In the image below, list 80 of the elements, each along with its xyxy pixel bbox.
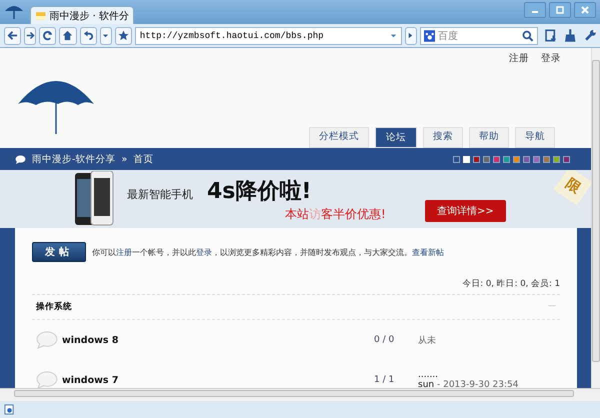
details-button[interactable]: 查询详情>>	[425, 200, 506, 222]
close-button[interactable]	[574, 2, 596, 18]
theme-swatch[interactable]	[533, 156, 540, 162]
banner-headline: 4s降价啦!	[207, 178, 312, 206]
header-link[interactable]: 登录	[541, 52, 561, 65]
post-count: 0 / 0	[374, 335, 396, 345]
breadcrumb-separator: »	[121, 154, 128, 164]
text-link[interactable]: 登录	[196, 248, 212, 256]
promo-banner[interactable]: 最新智能手机 4s降价啦! 本站访客半价优惠! 查询详情>> 限	[0, 170, 591, 228]
text-link[interactable]: 注册	[116, 248, 132, 256]
forum-stats: 今日: 0, 昨日: 0, 会员: 1	[32, 278, 560, 295]
wrench-icon[interactable]	[584, 29, 596, 42]
back-arrow-icon	[7, 30, 18, 41]
theme-swatch[interactable]	[493, 156, 500, 162]
theme-swatch[interactable]	[563, 156, 570, 162]
download-icon[interactable]	[544, 29, 558, 42]
theme-swatch[interactable]	[483, 156, 490, 162]
undo-button[interactable]	[80, 26, 97, 44]
search-field[interactable]: 百度	[420, 26, 538, 44]
text-link[interactable]: 查看新帖	[412, 248, 444, 256]
browser-tab[interactable]: 雨中漫步 · 软件分	[30, 6, 134, 24]
caret-icon[interactable]	[390, 32, 397, 39]
home-icon	[62, 30, 74, 41]
maximize-icon	[555, 5, 565, 15]
last-post-link[interactable]: .......	[418, 370, 518, 380]
close-icon	[580, 5, 590, 15]
post-time: - 2013-9-30 23:54	[436, 380, 518, 388]
theme-swatch[interactable]	[523, 156, 530, 162]
refresh-button[interactable]	[38, 26, 56, 44]
corner-ribbon: 限	[554, 170, 591, 206]
nav-tab[interactable]: 帮助	[469, 127, 509, 148]
nav-tab[interactable]: 搜索	[423, 127, 463, 148]
paw-icon	[424, 30, 436, 42]
header-link[interactable]: 注册	[509, 52, 529, 65]
vertical-scrollbar[interactable]	[591, 48, 600, 388]
page-icon	[35, 10, 46, 22]
nav-tab[interactable]: 分栏模式	[309, 127, 369, 148]
post-count: 1 / 1	[374, 375, 396, 385]
undo-arrow-icon	[82, 30, 94, 41]
theme-swatch[interactable]	[513, 156, 520, 162]
forum-name[interactable]: windows 7	[62, 374, 374, 386]
author-link[interactable]: sun	[418, 380, 434, 388]
theme-swatch[interactable]	[543, 156, 550, 162]
back-button[interactable]	[4, 26, 22, 44]
theme-swatch[interactable]	[553, 156, 560, 162]
address-bar[interactable]: http://yzmbsoft.haotui.com/bbs.php	[134, 26, 402, 44]
dropdown-button[interactable]	[100, 26, 112, 44]
theme-swatch[interactable]	[453, 156, 460, 162]
search-icon[interactable]	[522, 30, 534, 42]
theme-swatch[interactable]	[473, 156, 480, 162]
minimize-button[interactable]	[524, 2, 546, 18]
phone-drawing	[75, 171, 115, 227]
favorites-button[interactable]	[114, 26, 132, 44]
welcome-text: 你可以注册一个帐号，并以此登录，以浏览更多精彩内容，并随时发布观点，与大家交流。查看新帖	[92, 246, 444, 258]
category-title: 操作系统	[36, 301, 72, 313]
caret-icon	[102, 32, 110, 39]
banner-offer: 本站访客半价优惠!	[285, 206, 387, 222]
nav-tab[interactable]: 论坛	[375, 127, 417, 148]
refresh-icon	[42, 30, 54, 41]
tab-title: 雨中漫步 · 软件分	[49, 10, 129, 22]
breadcrumb-link[interactable]: 首页	[133, 152, 154, 166]
star-icon	[118, 30, 129, 41]
forum-bubble-icon	[36, 331, 58, 349]
banner-subtitle: 最新智能手机	[127, 187, 193, 202]
play-arrow-icon	[407, 32, 414, 39]
forum-name[interactable]: windows 8	[62, 334, 374, 346]
chat-bubble-icon	[15, 154, 26, 164]
broom-icon[interactable]	[564, 29, 577, 42]
theme-swatch[interactable]	[503, 156, 510, 162]
forward-arrow-icon	[26, 31, 35, 40]
maximize-button[interactable]	[549, 2, 571, 18]
last-post: 从未	[418, 334, 436, 346]
go-button[interactable]	[404, 26, 417, 44]
breadcrumb-link[interactable]: 雨中漫步-软件分享	[32, 152, 116, 166]
page-icon	[4, 404, 15, 415]
home-button[interactable]	[59, 26, 77, 44]
forward-button[interactable]	[24, 26, 36, 44]
post-button[interactable]: 发帖	[32, 242, 86, 262]
horizontal-scrollbar[interactable]	[0, 388, 600, 401]
nav-tab[interactable]: 导航	[515, 127, 555, 148]
